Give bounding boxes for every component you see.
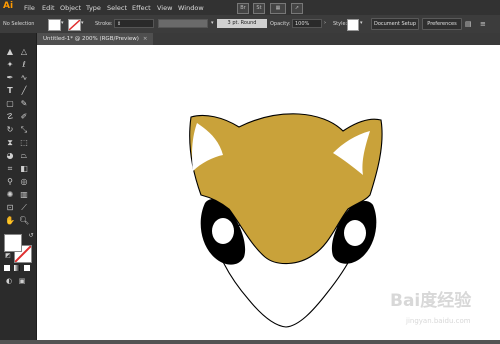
document-setup-button[interactable]: Document Setup bbox=[371, 18, 419, 30]
hand-icon[interactable]: ✋ bbox=[5, 216, 15, 226]
arrange-documents-icon[interactable]: ▤ bbox=[465, 20, 472, 28]
preferences-button[interactable]: Preferences bbox=[422, 18, 462, 30]
stock-button[interactable]: St bbox=[253, 3, 265, 14]
brush-definition-dropdown[interactable]: 3 pt. Round bbox=[217, 19, 267, 28]
stroke-weight-field[interactable]: ⇕ bbox=[114, 19, 154, 28]
width-dropdown-icon[interactable]: ▾ bbox=[211, 20, 214, 26]
zoom-icon[interactable]: 🔍︎ bbox=[19, 216, 29, 226]
illustrator-logo: Ai bbox=[3, 1, 14, 11]
document-tab-title: Untitled-1* @ 200% (RGB/Preview) bbox=[43, 36, 139, 42]
selection-status: No Selection bbox=[3, 21, 35, 27]
free-transform-icon[interactable]: ⬚ bbox=[19, 138, 29, 148]
lasso-icon[interactable]: ℓ bbox=[19, 60, 29, 70]
stroke-dropdown-icon[interactable]: ▾ bbox=[81, 20, 84, 26]
menu-window[interactable]: Window bbox=[178, 4, 204, 12]
direct-selection-icon[interactable]: △ bbox=[19, 47, 29, 57]
artboard-icon[interactable]: ⊡ bbox=[5, 203, 15, 213]
perspective-icon[interactable]: ⏢ bbox=[19, 151, 29, 161]
menu-view[interactable]: View bbox=[157, 4, 172, 12]
gradient-mode-icon[interactable] bbox=[14, 265, 20, 271]
style-label: Style: bbox=[333, 21, 348, 27]
fill-dropdown-icon[interactable]: ▾ bbox=[61, 20, 64, 26]
gpu-rocket-icon[interactable]: ➚ bbox=[291, 3, 303, 14]
color-mode-icon[interactable] bbox=[4, 265, 10, 271]
variable-width-field[interactable] bbox=[158, 19, 208, 28]
none-slash-icon bbox=[69, 20, 80, 30]
tools-panel: ▲ △ ✦ ℓ ✒ ∿ T ╱ ▢ ✎ ☡ ✐ ↻ ⤡ ⧗ ⬚ ◕ ⏢ ⌗ ◧ … bbox=[0, 33, 37, 340]
left-eye-shape[interactable] bbox=[212, 218, 234, 244]
stroke-none-swatch[interactable] bbox=[68, 19, 81, 31]
opacity-label: Opacity: bbox=[270, 21, 291, 27]
symbol-sprayer-icon[interactable]: ✺ bbox=[5, 190, 15, 200]
stroke-label: Stroke: bbox=[95, 21, 113, 27]
line-icon[interactable]: ╱ bbox=[19, 86, 29, 96]
paintbrush-icon[interactable]: ✎ bbox=[19, 99, 29, 109]
close-tab-icon[interactable]: × bbox=[143, 36, 148, 42]
slice-icon[interactable]: ⟋ bbox=[19, 203, 29, 213]
magic-wand-icon[interactable]: ✦ bbox=[5, 60, 15, 70]
style-swatch[interactable] bbox=[347, 19, 359, 31]
screen-mode-icon[interactable]: ▣ bbox=[17, 276, 27, 286]
none-mode-icon[interactable] bbox=[24, 265, 30, 271]
pen-icon[interactable]: ✒ bbox=[5, 73, 15, 83]
pencil-icon[interactable]: ✐ bbox=[19, 112, 29, 122]
gradient-icon[interactable]: ◧ bbox=[19, 164, 29, 174]
style-dropdown-icon[interactable]: ▾ bbox=[360, 20, 363, 26]
control-bar: No Selection ▾ ▾ Stroke: ⇕ ▾ 3 pt. Round… bbox=[0, 15, 500, 33]
selection-icon[interactable]: ▲ bbox=[5, 47, 15, 57]
right-eye-shape[interactable] bbox=[344, 220, 366, 246]
fill-color-swatch[interactable] bbox=[4, 234, 22, 252]
rotate-icon[interactable]: ↻ bbox=[5, 125, 15, 135]
baidu-watermark-url: jingyan.baidu.com bbox=[406, 317, 471, 325]
rectangle-icon[interactable]: ▢ bbox=[5, 99, 15, 109]
menu-type[interactable]: Type bbox=[86, 4, 101, 12]
menu-object[interactable]: Object bbox=[60, 4, 81, 12]
workspace-grid-icon[interactable]: ▦ bbox=[270, 3, 286, 14]
graph-icon[interactable]: ▥ bbox=[19, 190, 29, 200]
scale-icon[interactable]: ⤡ bbox=[19, 125, 29, 135]
menu-bar: Ai File Edit Object Type Select Effect V… bbox=[0, 0, 500, 15]
document-tab-bar: Untitled-1* @ 200% (RGB/Preview) × bbox=[37, 33, 500, 45]
draw-mode-icon[interactable]: ◐ bbox=[4, 276, 14, 286]
menu-file[interactable]: File bbox=[24, 4, 35, 12]
baidu-watermark: Bai度经验 bbox=[390, 291, 472, 311]
shape-builder-icon[interactable]: ◕ bbox=[5, 151, 15, 161]
document-tab[interactable]: Untitled-1* @ 200% (RGB/Preview) × bbox=[37, 33, 154, 45]
width-icon[interactable]: ⧗ bbox=[5, 138, 15, 148]
swap-colors-icon[interactable]: ↺ bbox=[26, 231, 36, 241]
blend-icon[interactable]: ◎ bbox=[19, 177, 29, 187]
type-icon[interactable]: T bbox=[5, 86, 15, 96]
bridge-button[interactable]: Br bbox=[237, 3, 249, 14]
eyedropper-icon[interactable]: ⚲ bbox=[5, 177, 15, 187]
shaper-icon[interactable]: ☡ bbox=[5, 112, 15, 122]
menu-select[interactable]: Select bbox=[107, 4, 127, 12]
mesh-icon[interactable]: ⌗ bbox=[5, 164, 15, 174]
menu-edit[interactable]: Edit bbox=[42, 4, 55, 12]
opacity-arrow-icon[interactable]: › bbox=[324, 20, 326, 26]
curvature-icon[interactable]: ∿ bbox=[19, 73, 29, 83]
opacity-field[interactable]: 100% bbox=[292, 19, 322, 28]
default-colors-icon[interactable]: ◩ bbox=[3, 251, 13, 261]
panel-menu-icon[interactable]: ≡ bbox=[480, 20, 486, 28]
menu-effect[interactable]: Effect bbox=[132, 4, 151, 12]
fill-swatch[interactable] bbox=[48, 19, 61, 31]
